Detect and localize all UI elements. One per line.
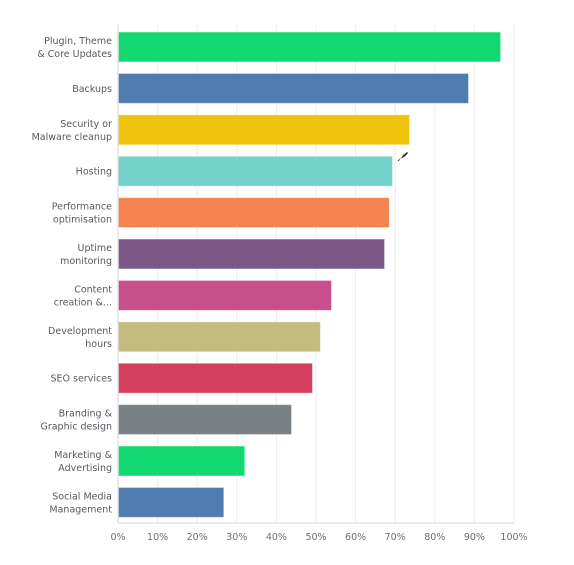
mouse-cursor-icon <box>395 152 408 163</box>
x-tick-label: 50% <box>305 532 326 543</box>
bar-chart: Plugin, Theme & Core Updates Backups Securi… <box>32 25 528 543</box>
bars <box>118 31 502 518</box>
x-tick-label: 40% <box>266 532 287 543</box>
x-tick-label: 60% <box>345 532 366 543</box>
category-label: Hosting <box>76 167 112 178</box>
bar <box>118 445 246 477</box>
x-tick-label: 100% <box>500 532 527 543</box>
category-label: Content creation &... <box>54 284 113 308</box>
category-label: Performance optimisation <box>52 202 112 226</box>
x-axis-ticks: 0% 10% 20% 30% 40% 50% 60% 70% 80% 90% 100% <box>110 532 527 543</box>
bar <box>118 238 386 270</box>
category-label: SEO services <box>50 374 112 385</box>
x-tick-label: 10% <box>147 532 168 543</box>
bar <box>118 279 333 311</box>
category-label: Plugin, Theme & Core Updates <box>37 36 112 60</box>
category-labels: Plugin, Theme & Core Updates Backups Securi… <box>32 36 113 515</box>
bar <box>118 155 394 187</box>
category-label: Development hours <box>48 326 112 350</box>
category-label: Branding & Graphic design <box>40 409 112 433</box>
x-tick-label: 20% <box>187 532 208 543</box>
bar <box>118 31 502 63</box>
category-label: Uptime monitoring <box>60 243 112 267</box>
category-label: Marketing & Advertising <box>54 450 112 474</box>
bar <box>118 197 390 229</box>
bar <box>118 114 411 146</box>
x-tick-label: 90% <box>464 532 485 543</box>
bar <box>118 404 293 436</box>
x-tick-label: 0% <box>110 532 125 543</box>
category-label: Social Media Management <box>49 491 112 515</box>
x-tick-label: 70% <box>385 532 406 543</box>
bar <box>118 321 321 353</box>
bar <box>118 486 225 518</box>
x-tick-label: 30% <box>226 532 247 543</box>
bar <box>118 72 470 104</box>
x-tick-label: 80% <box>424 532 445 543</box>
category-label: Security or Malware cleanup <box>32 119 113 143</box>
category-label: Backups <box>72 84 112 95</box>
bar <box>118 362 314 394</box>
